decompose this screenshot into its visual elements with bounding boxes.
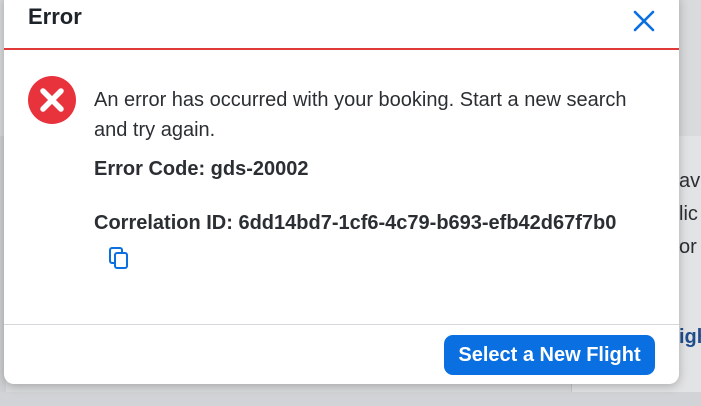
background-link: igh: [679, 326, 701, 348]
error-dialog: Error An error has occurred with your bo…: [4, 0, 679, 384]
background-bottom-bar: [0, 392, 701, 406]
close-icon: [633, 10, 655, 32]
correlation-id: Correlation ID: 6dd14bd7-1cf6-4c79-b693-…: [94, 212, 617, 234]
background-text-line-2: lic: [679, 203, 698, 225]
dialog-title: Error: [28, 4, 82, 29]
background-text-line-3: or: [679, 236, 697, 258]
select-new-flight-button[interactable]: Select a New Flight: [444, 335, 655, 375]
copy-correlation-button[interactable]: [108, 246, 130, 270]
error-message: An error has occurred with your booking.…: [94, 89, 627, 141]
background-text-line-1: av: [679, 170, 701, 192]
copy-icon: [109, 247, 128, 269]
footer-divider: [4, 324, 679, 325]
close-button[interactable]: [631, 8, 657, 34]
error-circle-x-icon: [28, 76, 76, 124]
dialog-header: Error: [4, 0, 679, 50]
error-code: Error Code: gds-20002: [94, 158, 309, 180]
